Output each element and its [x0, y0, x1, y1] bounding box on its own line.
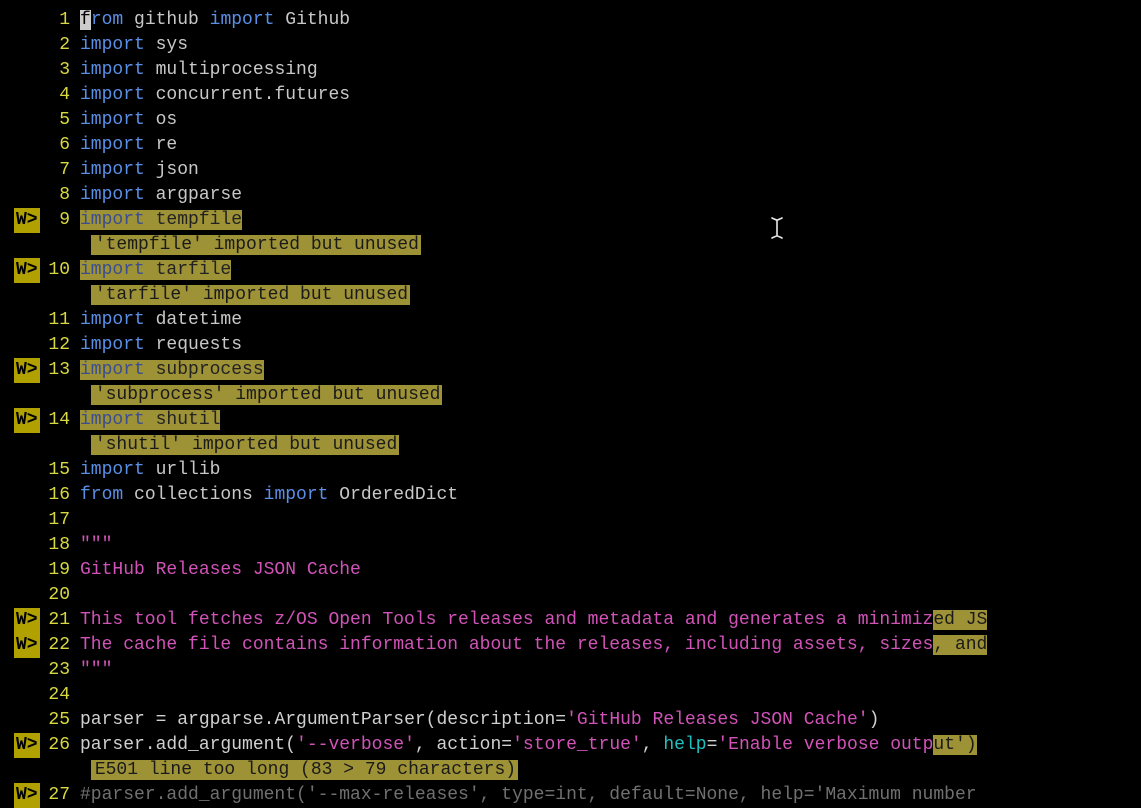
code-line[interactable]: 8import argparse — [0, 183, 1141, 208]
code-content[interactable]: This tool fetches z/OS Open Tools releas… — [80, 608, 1141, 633]
line-number: 4 — [36, 83, 80, 108]
code-line[interactable]: 4import concurrent.futures — [0, 83, 1141, 108]
diagnostic-message: 'tempfile' imported but unused — [91, 235, 421, 255]
code-content[interactable]: import urllib — [80, 458, 1141, 483]
line-number: 21 — [36, 608, 80, 633]
diagnostic-message: E501 line too long (83 > 79 characters) — [91, 760, 518, 780]
diagnostic-message: 'shutil' imported but unused — [91, 435, 399, 455]
code-line[interactable]: 20 — [0, 583, 1141, 608]
diagnostic-message: 'subprocess' imported but unused — [91, 385, 443, 405]
line-number: 16 — [36, 483, 80, 508]
code-content[interactable]: import datetime — [80, 308, 1141, 333]
code-line[interactable]: 3import multiprocessing — [0, 58, 1141, 83]
line-number: 9 — [36, 208, 80, 233]
line-number: 22 — [36, 633, 80, 658]
code-line[interactable]: W>9import tempfile — [0, 208, 1141, 233]
code-line[interactable]: W>13import subprocess — [0, 358, 1141, 383]
code-content[interactable]: parser = argparse.ArgumentParser(descrip… — [80, 708, 1141, 733]
line-number: 27 — [36, 783, 80, 808]
code-content[interactable]: """ — [80, 658, 1141, 683]
code-line[interactable]: 5import os — [0, 108, 1141, 133]
code-content[interactable]: import tarfile — [80, 258, 1141, 283]
diagnostic-line: 'tempfile' imported but unused — [0, 233, 1141, 258]
line-number: 25 — [36, 708, 80, 733]
code-line[interactable]: 6import re — [0, 133, 1141, 158]
warning-gutter: W> — [0, 633, 36, 658]
line-number: 8 — [36, 183, 80, 208]
warning-gutter: W> — [0, 358, 36, 383]
line-number: 2 — [36, 33, 80, 58]
code-content[interactable]: import argparse — [80, 183, 1141, 208]
code-line[interactable]: W>22The cache file contains information … — [0, 633, 1141, 658]
line-number: 5 — [36, 108, 80, 133]
code-editor[interactable]: 1from github import Github2import sys3im… — [0, 0, 1141, 808]
code-line[interactable]: 23""" — [0, 658, 1141, 683]
code-line[interactable]: 11import datetime — [0, 308, 1141, 333]
warning-gutter: W> — [0, 208, 36, 233]
code-line[interactable]: 12import requests — [0, 333, 1141, 358]
line-number: 3 — [36, 58, 80, 83]
line-number: 7 — [36, 158, 80, 183]
code-content[interactable]: import multiprocessing — [80, 58, 1141, 83]
code-content[interactable]: import os — [80, 108, 1141, 133]
line-number: 18 — [36, 533, 80, 558]
code-content[interactable]: The cache file contains information abou… — [80, 633, 1141, 658]
code-line[interactable]: 2import sys — [0, 33, 1141, 58]
code-line[interactable]: 24 — [0, 683, 1141, 708]
code-line[interactable]: 7import json — [0, 158, 1141, 183]
code-line[interactable]: 1from github import Github — [0, 8, 1141, 33]
code-line[interactable]: 17 — [0, 508, 1141, 533]
line-number: 13 — [36, 358, 80, 383]
line-number: 20 — [36, 583, 80, 608]
code-line[interactable]: W>10import tarfile — [0, 258, 1141, 283]
code-content[interactable]: import sys — [80, 33, 1141, 58]
warning-gutter: W> — [0, 783, 36, 808]
code-line[interactable]: 25parser = argparse.ArgumentParser(descr… — [0, 708, 1141, 733]
line-number: 23 — [36, 658, 80, 683]
line-number: 17 — [36, 508, 80, 533]
code-content[interactable]: """ — [80, 533, 1141, 558]
line-number: 11 — [36, 308, 80, 333]
line-number: 6 — [36, 133, 80, 158]
code-line[interactable]: W>26parser.add_argument('--verbose', act… — [0, 733, 1141, 758]
block-cursor: f — [80, 10, 91, 30]
diagnostic-line: 'tarfile' imported but unused — [0, 283, 1141, 308]
line-number: 19 — [36, 558, 80, 583]
code-line[interactable]: 19GitHub Releases JSON Cache — [0, 558, 1141, 583]
code-content[interactable]: from github import Github — [80, 8, 1141, 33]
code-line[interactable]: 15import urllib — [0, 458, 1141, 483]
warning-gutter: W> — [0, 608, 36, 633]
line-number: 1 — [36, 8, 80, 33]
line-number: 14 — [36, 408, 80, 433]
diagnostic-message: 'tarfile' imported but unused — [91, 285, 410, 305]
code-content[interactable]: import json — [80, 158, 1141, 183]
line-number: 26 — [36, 733, 80, 758]
diagnostic-line: 'subprocess' imported but unused — [0, 383, 1141, 408]
code-content[interactable]: #parser.add_argument('--max-releases', t… — [80, 783, 1141, 808]
code-content[interactable]: GitHub Releases JSON Cache — [80, 558, 1141, 583]
warning-gutter: W> — [0, 733, 36, 758]
code-content[interactable]: import re — [80, 133, 1141, 158]
code-line[interactable]: 16from collections import OrderedDict — [0, 483, 1141, 508]
code-content[interactable]: parser.add_argument('--verbose', action=… — [80, 733, 1141, 758]
code-line[interactable]: W>14import shutil — [0, 408, 1141, 433]
line-number: 24 — [36, 683, 80, 708]
code-content[interactable]: import subprocess — [80, 358, 1141, 383]
line-number: 10 — [36, 258, 80, 283]
warning-gutter: W> — [0, 408, 36, 433]
code-content[interactable]: from collections import OrderedDict — [80, 483, 1141, 508]
code-line[interactable]: 18""" — [0, 533, 1141, 558]
diagnostic-line: E501 line too long (83 > 79 characters) — [0, 758, 1141, 783]
code-content[interactable]: import requests — [80, 333, 1141, 358]
code-content[interactable]: import shutil — [80, 408, 1141, 433]
code-content[interactable]: import tempfile — [80, 208, 1141, 233]
line-number: 15 — [36, 458, 80, 483]
diagnostic-line: 'shutil' imported but unused — [0, 433, 1141, 458]
code-content[interactable]: import concurrent.futures — [80, 83, 1141, 108]
line-number: 12 — [36, 333, 80, 358]
warning-gutter: W> — [0, 258, 36, 283]
code-line[interactable]: W>27#parser.add_argument('--max-releases… — [0, 783, 1141, 808]
code-line[interactable]: W>21This tool fetches z/OS Open Tools re… — [0, 608, 1141, 633]
